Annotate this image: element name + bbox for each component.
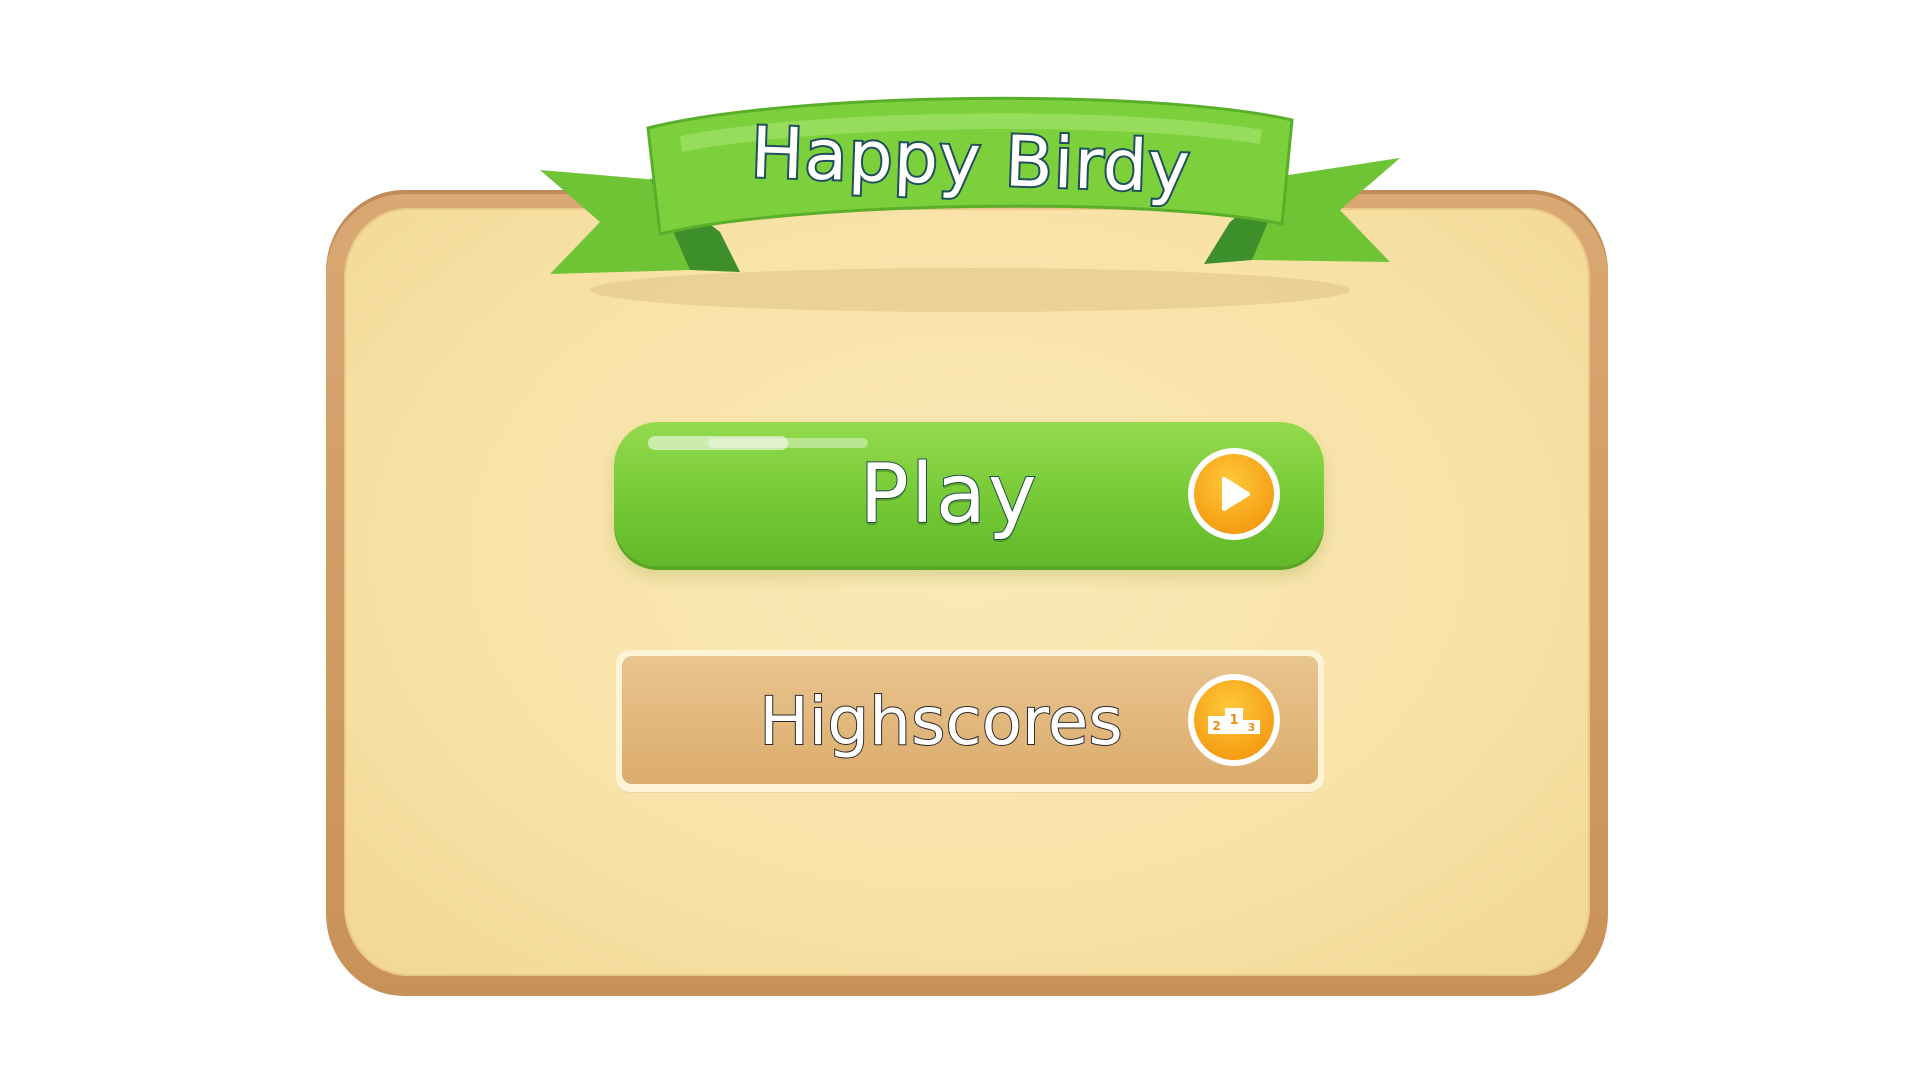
podium-icon: 2 1 3 [1194,680,1274,760]
highscores-badge: 2 1 3 [1188,674,1280,766]
podium-first-digit: 1 [1229,713,1238,728]
title-ribbon: Happy Birdy [540,92,1400,322]
highscores-button-label: Highscores [758,682,1123,761]
podium-second-digit: 2 [1212,719,1220,733]
podium-graphic: 2 1 3 [1208,708,1260,734]
game-title: Happy Birdy [750,111,1193,208]
play-button-label: Play [858,446,1039,543]
play-triangle-icon [1222,477,1250,511]
play-badge [1188,448,1280,540]
play-icon [1194,454,1274,534]
main-menu-screen: Happy Birdy Play Highscores 2 1 3 [0,0,1920,1080]
podium-third-digit: 3 [1248,721,1256,734]
highscores-button[interactable]: Highscores 2 1 3 [616,650,1324,792]
play-button[interactable]: Play [614,422,1324,566]
menu-board-parchment [344,208,1590,976]
ribbon-graphic: Happy Birdy [540,96,1400,312]
